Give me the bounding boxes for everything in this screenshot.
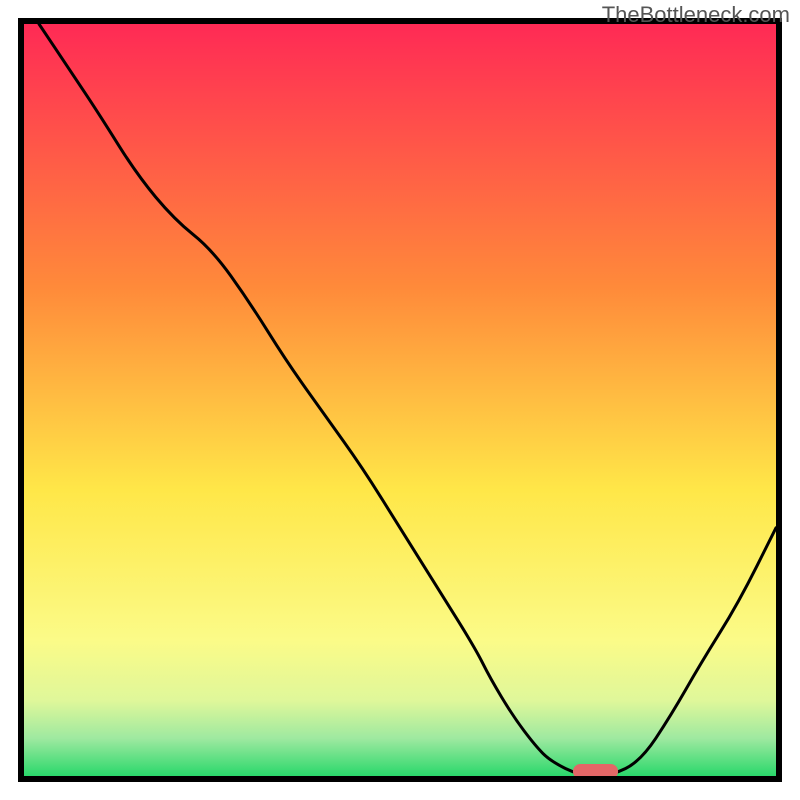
plot-background	[24, 24, 776, 776]
bottleneck-chart	[0, 0, 800, 800]
watermark-text: TheBottleneck.com	[602, 2, 790, 28]
chart-container: TheBottleneck.com	[0, 0, 800, 800]
